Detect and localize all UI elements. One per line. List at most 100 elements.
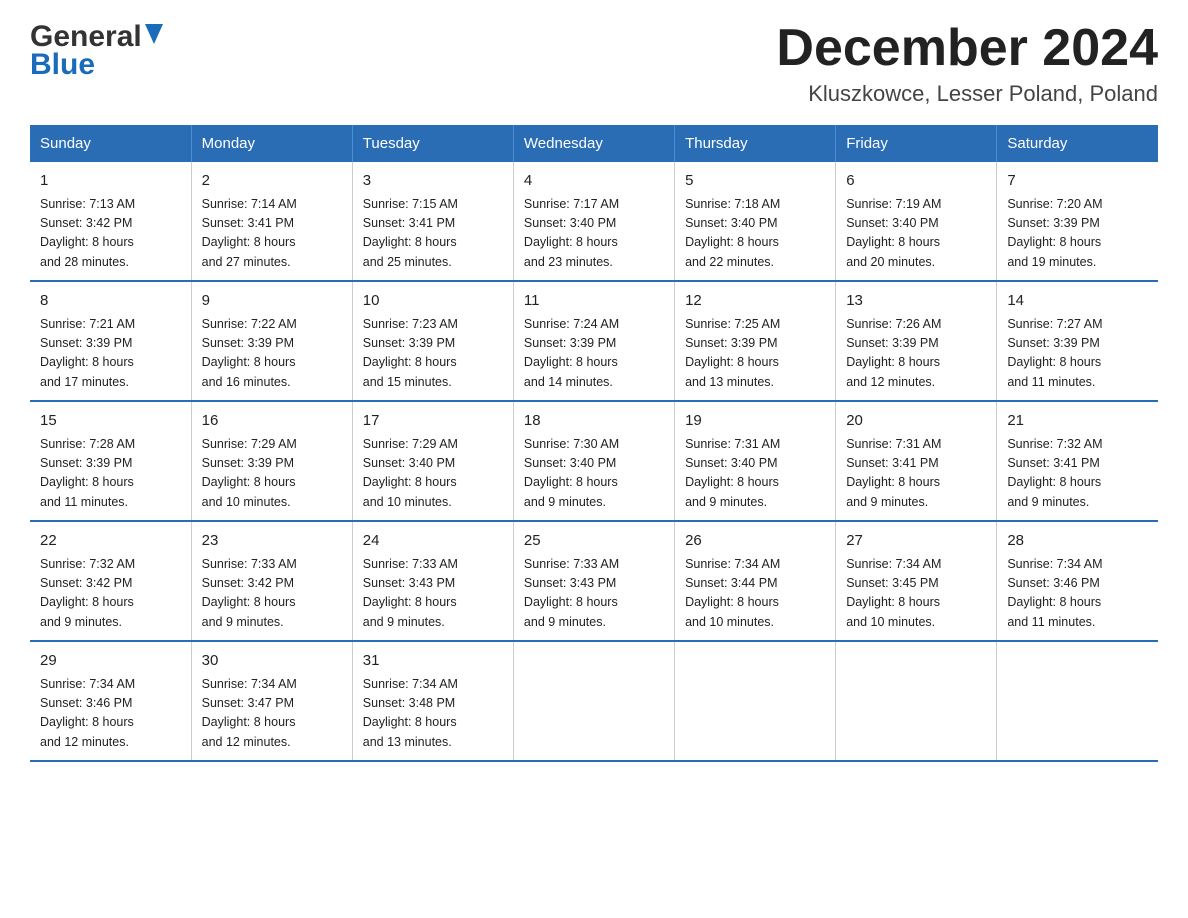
day-info: Sunrise: 7:33 AM Sunset: 3:43 PM Dayligh… xyxy=(363,555,503,633)
calendar-week-row: 29Sunrise: 7:34 AM Sunset: 3:46 PM Dayli… xyxy=(30,641,1158,761)
calendar-cell: 1Sunrise: 7:13 AM Sunset: 3:42 PM Daylig… xyxy=(30,162,191,281)
day-number: 14 xyxy=(1007,290,1148,313)
day-info: Sunrise: 7:23 AM Sunset: 3:39 PM Dayligh… xyxy=(363,315,503,393)
calendar-week-row: 1Sunrise: 7:13 AM Sunset: 3:42 PM Daylig… xyxy=(30,162,1158,281)
day-info: Sunrise: 7:33 AM Sunset: 3:43 PM Dayligh… xyxy=(524,555,664,633)
calendar-cell: 15Sunrise: 7:28 AM Sunset: 3:39 PM Dayli… xyxy=(30,401,191,521)
calendar-cell: 30Sunrise: 7:34 AM Sunset: 3:47 PM Dayli… xyxy=(191,641,352,761)
header-cell-sunday: Sunday xyxy=(30,125,191,162)
calendar-cell: 5Sunrise: 7:18 AM Sunset: 3:40 PM Daylig… xyxy=(675,162,836,281)
day-info: Sunrise: 7:32 AM Sunset: 3:41 PM Dayligh… xyxy=(1007,435,1148,513)
calendar-cell: 24Sunrise: 7:33 AM Sunset: 3:43 PM Dayli… xyxy=(352,521,513,641)
day-info: Sunrise: 7:21 AM Sunset: 3:39 PM Dayligh… xyxy=(40,315,181,393)
day-info: Sunrise: 7:32 AM Sunset: 3:42 PM Dayligh… xyxy=(40,555,181,633)
calendar-week-row: 8Sunrise: 7:21 AM Sunset: 3:39 PM Daylig… xyxy=(30,281,1158,401)
calendar-cell: 27Sunrise: 7:34 AM Sunset: 3:45 PM Dayli… xyxy=(836,521,997,641)
day-number: 3 xyxy=(363,170,503,193)
calendar-week-row: 15Sunrise: 7:28 AM Sunset: 3:39 PM Dayli… xyxy=(30,401,1158,521)
header-cell-thursday: Thursday xyxy=(675,125,836,162)
day-info: Sunrise: 7:27 AM Sunset: 3:39 PM Dayligh… xyxy=(1007,315,1148,393)
day-info: Sunrise: 7:34 AM Sunset: 3:46 PM Dayligh… xyxy=(1007,555,1148,633)
day-number: 28 xyxy=(1007,530,1148,553)
header-row: SundayMondayTuesdayWednesdayThursdayFrid… xyxy=(30,125,1158,162)
page-header: General Blue December 2024 Kluszkowce, L… xyxy=(30,20,1158,107)
calendar-cell xyxy=(675,641,836,761)
header-cell-tuesday: Tuesday xyxy=(352,125,513,162)
day-info: Sunrise: 7:15 AM Sunset: 3:41 PM Dayligh… xyxy=(363,195,503,273)
calendar-cell: 2Sunrise: 7:14 AM Sunset: 3:41 PM Daylig… xyxy=(191,162,352,281)
day-number: 7 xyxy=(1007,170,1148,193)
day-info: Sunrise: 7:13 AM Sunset: 3:42 PM Dayligh… xyxy=(40,195,181,273)
day-info: Sunrise: 7:34 AM Sunset: 3:45 PM Dayligh… xyxy=(846,555,986,633)
day-info: Sunrise: 7:31 AM Sunset: 3:41 PM Dayligh… xyxy=(846,435,986,513)
day-info: Sunrise: 7:34 AM Sunset: 3:46 PM Dayligh… xyxy=(40,675,181,753)
calendar-cell: 25Sunrise: 7:33 AM Sunset: 3:43 PM Dayli… xyxy=(513,521,674,641)
day-number: 9 xyxy=(202,290,342,313)
day-number: 26 xyxy=(685,530,825,553)
calendar-table: SundayMondayTuesdayWednesdayThursdayFrid… xyxy=(30,125,1158,762)
header-cell-friday: Friday xyxy=(836,125,997,162)
calendar-cell xyxy=(997,641,1158,761)
calendar-cell: 13Sunrise: 7:26 AM Sunset: 3:39 PM Dayli… xyxy=(836,281,997,401)
calendar-cell xyxy=(836,641,997,761)
title-block: December 2024 Kluszkowce, Lesser Poland,… xyxy=(776,20,1158,107)
day-number: 16 xyxy=(202,410,342,433)
calendar-cell: 18Sunrise: 7:30 AM Sunset: 3:40 PM Dayli… xyxy=(513,401,674,521)
calendar-cell: 12Sunrise: 7:25 AM Sunset: 3:39 PM Dayli… xyxy=(675,281,836,401)
day-info: Sunrise: 7:26 AM Sunset: 3:39 PM Dayligh… xyxy=(846,315,986,393)
day-info: Sunrise: 7:22 AM Sunset: 3:39 PM Dayligh… xyxy=(202,315,342,393)
day-info: Sunrise: 7:30 AM Sunset: 3:40 PM Dayligh… xyxy=(524,435,664,513)
logo: General Blue xyxy=(30,20,163,82)
calendar-cell: 31Sunrise: 7:34 AM Sunset: 3:48 PM Dayli… xyxy=(352,641,513,761)
calendar-cell: 17Sunrise: 7:29 AM Sunset: 3:40 PM Dayli… xyxy=(352,401,513,521)
day-number: 17 xyxy=(363,410,503,433)
day-number: 8 xyxy=(40,290,181,313)
day-info: Sunrise: 7:29 AM Sunset: 3:39 PM Dayligh… xyxy=(202,435,342,513)
calendar-header: SundayMondayTuesdayWednesdayThursdayFrid… xyxy=(30,125,1158,162)
calendar-cell: 29Sunrise: 7:34 AM Sunset: 3:46 PM Dayli… xyxy=(30,641,191,761)
day-number: 4 xyxy=(524,170,664,193)
day-number: 27 xyxy=(846,530,986,553)
header-cell-saturday: Saturday xyxy=(997,125,1158,162)
day-info: Sunrise: 7:17 AM Sunset: 3:40 PM Dayligh… xyxy=(524,195,664,273)
logo-triangle-icon xyxy=(145,24,163,44)
day-info: Sunrise: 7:20 AM Sunset: 3:39 PM Dayligh… xyxy=(1007,195,1148,273)
calendar-cell: 6Sunrise: 7:19 AM Sunset: 3:40 PM Daylig… xyxy=(836,162,997,281)
day-number: 11 xyxy=(524,290,664,313)
calendar-body: 1Sunrise: 7:13 AM Sunset: 3:42 PM Daylig… xyxy=(30,162,1158,761)
calendar-cell: 20Sunrise: 7:31 AM Sunset: 3:41 PM Dayli… xyxy=(836,401,997,521)
calendar-cell: 26Sunrise: 7:34 AM Sunset: 3:44 PM Dayli… xyxy=(675,521,836,641)
day-info: Sunrise: 7:34 AM Sunset: 3:44 PM Dayligh… xyxy=(685,555,825,633)
day-number: 5 xyxy=(685,170,825,193)
day-number: 18 xyxy=(524,410,664,433)
day-info: Sunrise: 7:34 AM Sunset: 3:47 PM Dayligh… xyxy=(202,675,342,753)
calendar-cell: 3Sunrise: 7:15 AM Sunset: 3:41 PM Daylig… xyxy=(352,162,513,281)
calendar-cell: 14Sunrise: 7:27 AM Sunset: 3:39 PM Dayli… xyxy=(997,281,1158,401)
day-info: Sunrise: 7:34 AM Sunset: 3:48 PM Dayligh… xyxy=(363,675,503,753)
calendar-cell: 7Sunrise: 7:20 AM Sunset: 3:39 PM Daylig… xyxy=(997,162,1158,281)
day-number: 31 xyxy=(363,650,503,673)
calendar-cell: 4Sunrise: 7:17 AM Sunset: 3:40 PM Daylig… xyxy=(513,162,674,281)
day-number: 20 xyxy=(846,410,986,433)
day-number: 22 xyxy=(40,530,181,553)
day-number: 25 xyxy=(524,530,664,553)
day-number: 30 xyxy=(202,650,342,673)
day-number: 29 xyxy=(40,650,181,673)
day-number: 19 xyxy=(685,410,825,433)
day-number: 23 xyxy=(202,530,342,553)
day-number: 15 xyxy=(40,410,181,433)
day-info: Sunrise: 7:19 AM Sunset: 3:40 PM Dayligh… xyxy=(846,195,986,273)
day-number: 10 xyxy=(363,290,503,313)
day-info: Sunrise: 7:25 AM Sunset: 3:39 PM Dayligh… xyxy=(685,315,825,393)
day-number: 21 xyxy=(1007,410,1148,433)
day-number: 2 xyxy=(202,170,342,193)
day-info: Sunrise: 7:29 AM Sunset: 3:40 PM Dayligh… xyxy=(363,435,503,513)
calendar-cell: 21Sunrise: 7:32 AM Sunset: 3:41 PM Dayli… xyxy=(997,401,1158,521)
day-info: Sunrise: 7:33 AM Sunset: 3:42 PM Dayligh… xyxy=(202,555,342,633)
calendar-cell: 16Sunrise: 7:29 AM Sunset: 3:39 PM Dayli… xyxy=(191,401,352,521)
page-subtitle: Kluszkowce, Lesser Poland, Poland xyxy=(776,81,1158,107)
calendar-cell: 22Sunrise: 7:32 AM Sunset: 3:42 PM Dayli… xyxy=(30,521,191,641)
day-info: Sunrise: 7:14 AM Sunset: 3:41 PM Dayligh… xyxy=(202,195,342,273)
calendar-cell: 9Sunrise: 7:22 AM Sunset: 3:39 PM Daylig… xyxy=(191,281,352,401)
calendar-cell: 11Sunrise: 7:24 AM Sunset: 3:39 PM Dayli… xyxy=(513,281,674,401)
